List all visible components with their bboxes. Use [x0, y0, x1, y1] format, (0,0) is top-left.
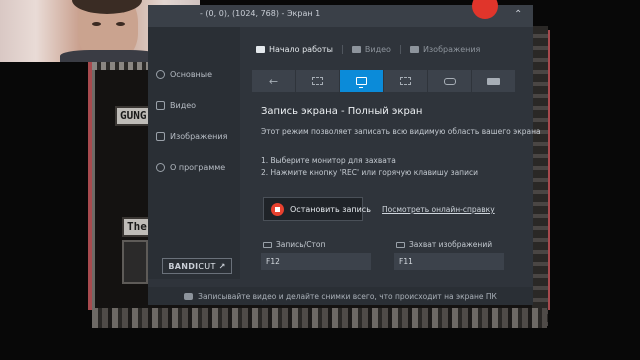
title-bar[interactable]: - (0, 0), (1024, 768) - Экран 1 ⌃	[148, 0, 533, 27]
sidebar-item-images[interactable]: Изображения	[156, 128, 227, 144]
mode-description: Этот режим позволяет записать всю видиму…	[261, 127, 541, 136]
sidebar-item-label: Основные	[170, 69, 213, 79]
capture-hotkey-field[interactable]: F11	[394, 253, 504, 270]
webcam-shirt	[60, 50, 160, 62]
game-slot	[122, 240, 148, 284]
mode-bar: ←	[252, 70, 515, 92]
mode-fullscreen-button[interactable]	[340, 70, 384, 92]
mode-around-mouse-button[interactable]	[384, 70, 428, 92]
mode-rectangle-button[interactable]	[296, 70, 340, 92]
video-icon	[351, 45, 361, 53]
window-title: - (0, 0), (1024, 768) - Экран 1	[200, 9, 321, 18]
keyboard-icon	[263, 241, 272, 248]
tab-images[interactable]: Изображения	[409, 44, 481, 54]
bandicut-brand-cut: CUT	[198, 261, 216, 271]
home-icon	[256, 45, 265, 53]
stop-recording-label: Остановить запись	[290, 204, 371, 214]
gear-icon	[156, 69, 165, 79]
game-pattern-bottom	[92, 308, 547, 328]
tab-label: Начало работы	[269, 44, 333, 54]
step-2: 2. Нажмите кнопку 'REC' или горячую клав…	[261, 168, 478, 177]
back-arrow-icon: ←	[268, 74, 279, 88]
mode-game-button[interactable]	[428, 70, 472, 92]
sidebar-item-video[interactable]: Видео	[156, 97, 196, 113]
sidebar-item-label: Видео	[170, 100, 197, 110]
tab-label: Видео	[364, 44, 391, 54]
external-link-icon: ↗	[218, 261, 226, 271]
capture-hotkey-text: Захват изображений	[409, 240, 493, 249]
tab-label: Изображения	[422, 44, 481, 54]
game-pattern-right	[532, 26, 548, 326]
bandicut-button[interactable]: BANDI CUT ↗	[162, 258, 232, 274]
record-hotkey-field[interactable]: F12	[261, 253, 371, 270]
bandicut-brand: BANDI	[168, 261, 199, 271]
message-icon	[184, 292, 194, 300]
capture-hotkey-label: Захват изображений	[396, 240, 492, 249]
around-mouse-icon	[400, 77, 411, 85]
tab-getting-started[interactable]: Начало работы	[256, 45, 333, 54]
tab-video[interactable]: Видео	[351, 44, 391, 54]
tab-bar: Начало работы Видео Изображения	[256, 41, 526, 57]
gamepad-icon	[443, 77, 456, 85]
tab-divider	[341, 44, 343, 54]
info-icon	[156, 162, 165, 172]
record-hotkey-text: Запись/Стоп	[276, 240, 326, 249]
tab-divider	[399, 44, 401, 54]
footer-bar: Записывайте видео и делайте снимки всего…	[148, 287, 533, 305]
record-hotkey-label: Запись/Стоп	[263, 240, 325, 249]
chevron-up-icon[interactable]: ⌃	[514, 10, 522, 20]
fullscreen-icon	[356, 77, 367, 88]
stop-record-icon	[271, 202, 284, 216]
sidebar-item-label: Изображения	[170, 131, 228, 141]
page-title: Запись экрана - Полный экран	[261, 106, 423, 117]
game-tag-gung: GUNG	[115, 106, 152, 126]
mode-back-button[interactable]: ←	[252, 70, 296, 92]
webcam-eye-right	[116, 22, 125, 26]
camera-icon	[396, 241, 405, 248]
step-1: 1. Выберите монитор для захвата	[261, 156, 396, 165]
mode-device-button[interactable]	[472, 70, 515, 92]
stop-recording-button[interactable]: Остановить запись	[263, 197, 371, 221]
rectangle-area-icon	[312, 77, 323, 85]
video-icon	[156, 100, 165, 110]
sidebar-item-general[interactable]: Основные	[156, 66, 212, 82]
image-icon	[156, 131, 165, 141]
webcam-eye-left	[92, 22, 101, 26]
sidebar-item-about[interactable]: О программе	[156, 159, 225, 175]
sidebar: Основные Видео Изображения О программе	[148, 27, 240, 279]
online-help-link[interactable]: Посмотреть онлайн-справку	[382, 205, 495, 214]
hdmi-device-icon	[487, 77, 500, 85]
footer-text: Записывайте видео и делайте снимки всего…	[198, 291, 497, 301]
sidebar-item-label: О программе	[170, 162, 226, 172]
bandicam-window: - (0, 0), (1024, 768) - Экран 1 ⌃ Основн…	[148, 0, 541, 305]
rec-button[interactable]	[472, 0, 498, 19]
image-icon	[409, 45, 419, 53]
